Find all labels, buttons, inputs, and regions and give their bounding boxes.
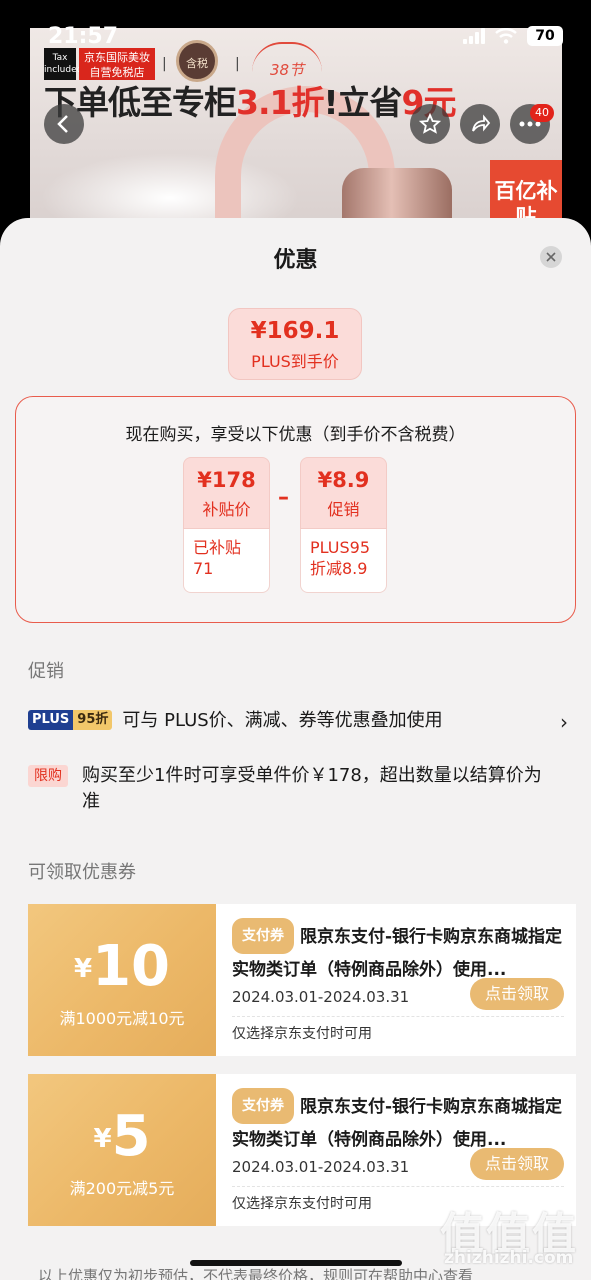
limit-tag: 限购 xyxy=(28,765,68,787)
product-header: 百亿补贴 Tax included 京东国际美妆 自营免税店 | 含税 | 38… xyxy=(0,0,591,240)
coupon-card: ¥10 满1000元减10元 支付券 限京东支付-银行卡购京东商城指定实物类订单（… xyxy=(28,904,576,1056)
festival-logo: 38节 xyxy=(252,42,322,80)
plus-promotion-text: 可与 PLUS价、满减、券等优惠叠加使用 xyxy=(122,710,443,731)
share-button[interactable] xyxy=(460,104,500,144)
star-icon xyxy=(419,113,441,134)
cart-count-badge: 40 xyxy=(530,104,554,122)
final-price: ¥169.1 xyxy=(250,318,340,344)
price-breakdown: 现在购买，享受以下优惠（到手价不含税费） ¥178 补贴价 已补贴71 – ¥8… xyxy=(15,396,576,623)
back-button[interactable] xyxy=(44,104,84,144)
claim-coupon-button[interactable]: 点击领取 xyxy=(470,1148,564,1180)
banner-headline: 下单低至专柜3.1折!立省9元 xyxy=(44,83,456,122)
coupon-amount: 10 xyxy=(92,934,171,999)
coupons-heading: 可领取优惠券 xyxy=(28,862,136,883)
wifi-icon xyxy=(495,28,517,44)
coupon-type-tag: 支付券 xyxy=(232,1088,294,1124)
coupon-currency: ¥ xyxy=(73,954,93,984)
share-icon xyxy=(472,114,491,132)
promotion-detail: PLUS95折减8.9 xyxy=(300,529,387,593)
watermark-url: zhizhizhi.com xyxy=(444,1248,574,1268)
coupon-value-panel: ¥5 满200元减5元 xyxy=(28,1074,216,1226)
subsidy-price-value: ¥178 xyxy=(197,468,256,492)
subsidy-detail: 已补贴71 xyxy=(183,529,270,593)
coupon-note: 仅选择京东支付时可用 xyxy=(232,1026,372,1042)
coupon-value-panel: ¥10 满1000元减10元 xyxy=(28,904,216,1056)
coupon-type-tag: 支付券 xyxy=(232,918,294,954)
coupon-amount: 5 xyxy=(111,1104,151,1169)
coupon-title: 支付券 限京东支付-银行卡购京东商城指定实物类订单（特例商品除外）使用... xyxy=(232,1088,564,1152)
coupon-currency: ¥ xyxy=(93,1124,112,1154)
close-button[interactable] xyxy=(540,246,562,268)
promotion-value: ¥8.9 xyxy=(317,468,370,492)
subsidy-price-card: ¥178 补贴价 已补贴71 xyxy=(183,457,270,593)
purchase-limit-row: 限购 购买至少1件时可享受单件价￥178，超出数量以结算价为准 xyxy=(28,763,548,815)
final-price-bubble: ¥169.1 PLUS到手价 xyxy=(228,308,362,380)
subsidy-price-label: 补贴价 xyxy=(202,500,251,519)
chevron-right-icon: › xyxy=(560,710,568,734)
coupon-condition: 满1000元减10元 xyxy=(59,1009,185,1028)
home-indicator[interactable] xyxy=(190,1260,402,1266)
promotion-label: 促销 xyxy=(327,500,360,519)
limit-text: 购买至少1件时可享受单件价￥178，超出数量以结算价为准 xyxy=(82,765,542,812)
chevron-left-icon xyxy=(57,115,68,133)
status-icons: 70 xyxy=(463,26,563,46)
final-price-label: PLUS到手价 xyxy=(251,352,339,371)
coupon-title: 支付券 限京东支付-银行卡购京东商城指定实物类订单（特例商品除外）使用... xyxy=(232,918,564,982)
breakdown-heading: 现在购买，享受以下优惠（到手价不含税费） xyxy=(125,425,466,445)
sheet-title: 优惠 xyxy=(273,248,318,273)
claim-coupon-button[interactable]: 点击领取 xyxy=(470,978,564,1010)
battery-icon: 70 xyxy=(527,26,563,46)
promotions-heading: 促销 xyxy=(28,661,64,682)
close-icon xyxy=(546,252,556,262)
plus-promotion-row[interactable]: PLUS 95折 可与 PLUS价、满减、券等优惠叠加使用 › xyxy=(28,708,568,734)
favorite-button[interactable] xyxy=(410,104,450,144)
coupon-condition: 满200元减5元 xyxy=(69,1179,175,1198)
plus-discount-tag: PLUS 95折 xyxy=(28,710,113,730)
status-time: 21:57 xyxy=(48,24,119,49)
minus-operator: – xyxy=(278,485,289,510)
promotion-card: ¥8.9 促销 PLUS95折减8.9 xyxy=(300,457,387,593)
signal-icon xyxy=(463,28,485,44)
discount-sheet: 优惠 ¥169.1 PLUS到手价 现在购买，享受以下优惠（到手价不含税费） ¥… xyxy=(0,218,591,1280)
disclaimer-text: 以上优惠仅为初步预估，不代表最终价格，规则可在帮助中心查看 xyxy=(38,1267,474,1280)
